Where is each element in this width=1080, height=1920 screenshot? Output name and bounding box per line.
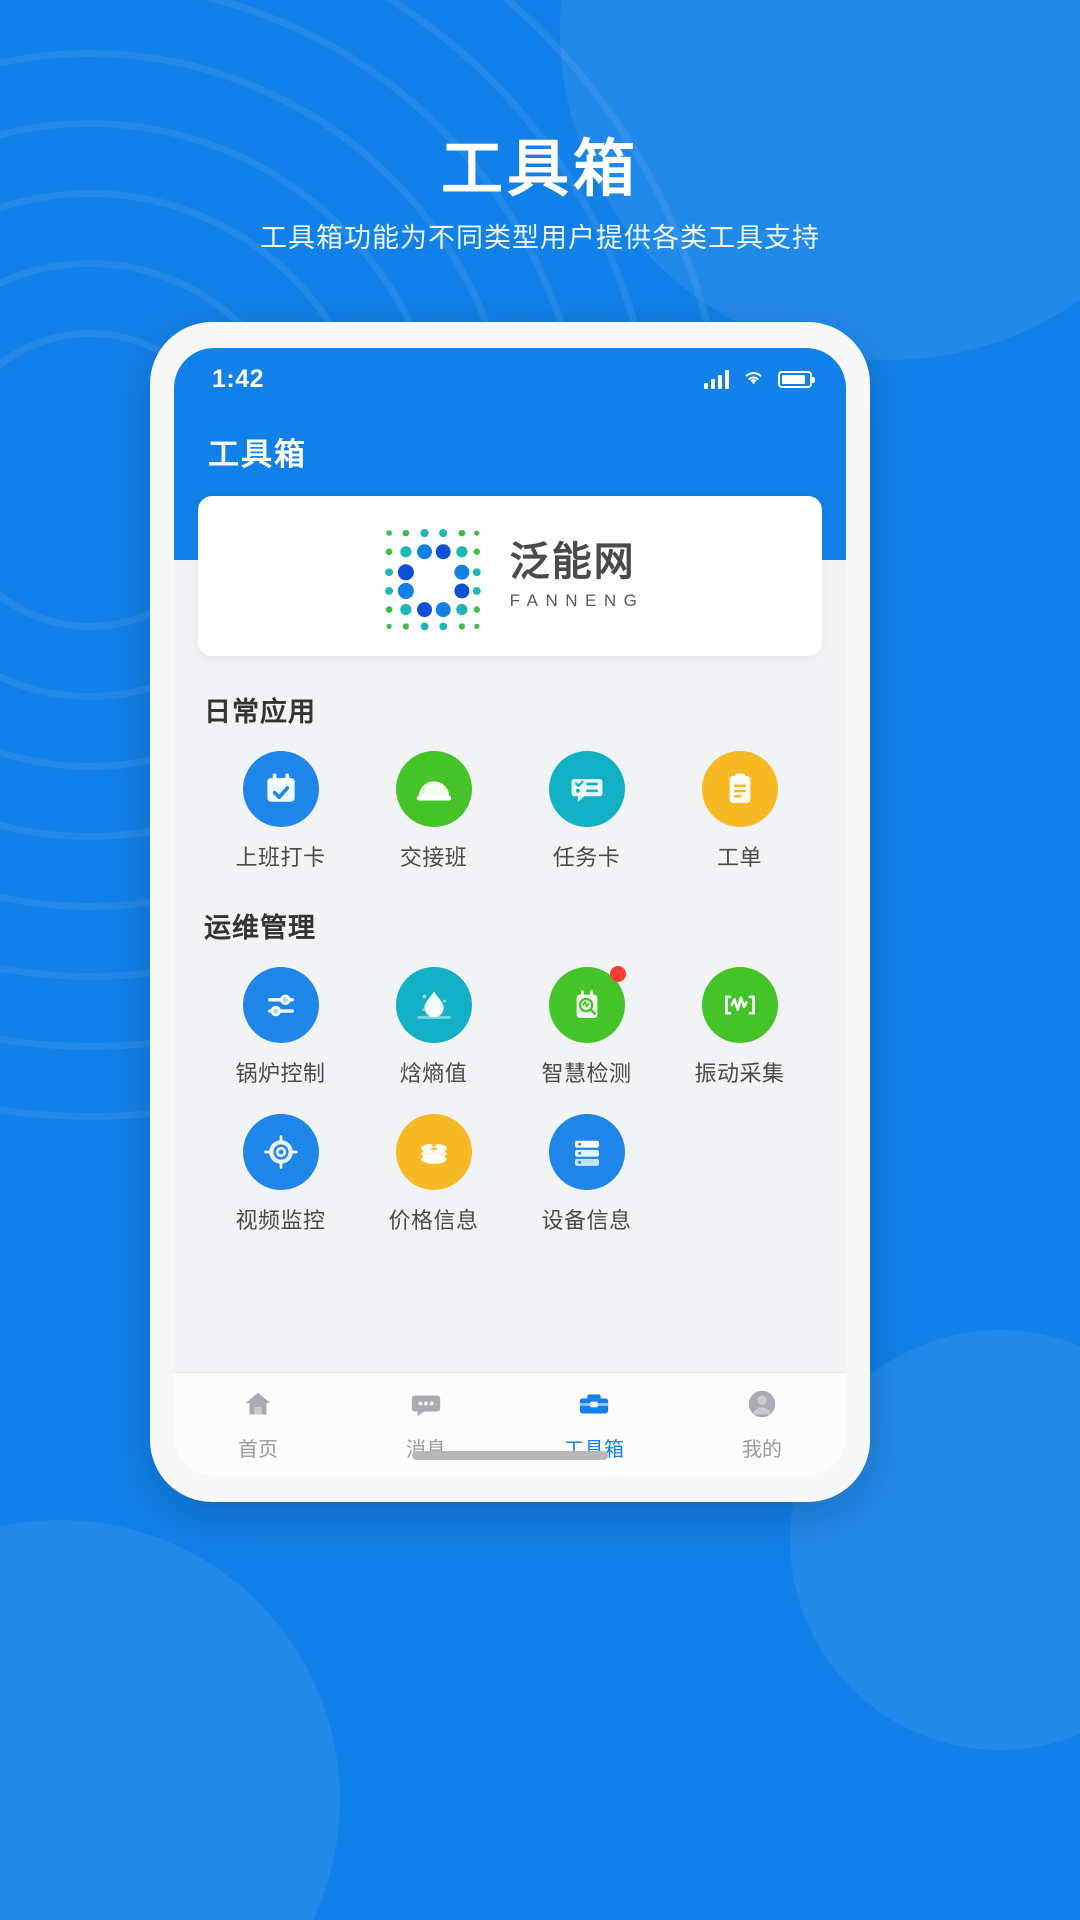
decor-blob-bottom-left [0,1520,340,1920]
wifi-icon [742,368,765,391]
app-label: 上班打卡 [235,845,326,870]
section-daily-apps: 日常应用 上班打卡 交接班 任务卡 工单 [174,690,846,872]
app-label: 智慧检测 [541,1061,632,1086]
app-label: 任务卡 [552,845,621,870]
nav-label: 我的 [742,1439,782,1461]
nav-item-home[interactable]: 首页 [174,1387,342,1462]
notification-badge [609,966,626,982]
safety-helmet-icon[interactable] [395,751,472,827]
battery-icon [778,370,815,388]
monitor-chart-icon[interactable] [548,966,626,1043]
promo-title: 工具箱 [440,135,639,204]
app-item-shift-handover[interactable]: 交接班 [357,751,510,872]
home-icon[interactable] [241,1387,275,1426]
phone-screen: 1:42 工具箱 泛能网 FANNENG 日常应用 上班打卡 交接班 任务卡 工… [174,348,846,1476]
app-item-vibration-collection[interactable]: 振动采集 [663,967,816,1088]
status-bar: 1:42 [174,348,846,410]
app-item-video-monitoring[interactable]: 视频监控 [204,1114,357,1235]
status-bar-time: 1:42 [212,364,265,393]
app-item-smart-inspection[interactable]: 智慧检测 [510,966,663,1088]
section-title: 日常应用 [204,697,316,727]
app-label: 交接班 [399,845,468,870]
app-item-boiler-control[interactable]: 锅炉控制 [204,967,357,1088]
phone-mockup: 1:42 工具箱 泛能网 FANNENG 日常应用 上班打卡 交接班 任务卡 工… [150,322,870,1502]
app-label: 锅炉控制 [235,1061,326,1086]
brand-name-en: FANNENG [509,591,645,610]
app-label: 视频监控 [235,1208,326,1233]
app-item-device-info[interactable]: 设备信息 [510,1114,663,1235]
sliders-icon[interactable] [242,967,319,1043]
app-item-price-info[interactable]: 价格信息 [357,1114,510,1235]
task-list-icon[interactable] [548,751,625,827]
app-item-punch-in[interactable]: 上班打卡 [204,751,357,872]
app-item-enthalpy-entropy[interactable]: 焓熵值 [357,967,510,1088]
section-title: 运维管理 [204,913,316,943]
app-label: 振动采集 [694,1061,785,1086]
app-label: 焓熵值 [399,1061,468,1086]
brand-name-cn: 泛能网 [509,540,636,584]
brand-logo-card: 泛能网 FANNENG [198,496,822,656]
brand-logo-text: 泛能网 FANNENG [510,541,645,611]
calendar-check-icon[interactable] [242,751,319,827]
app-bar: 工具箱 [174,410,846,492]
fanneng-dot-logo-icon [384,528,481,631]
app-grid: 锅炉控制 焓熵值 智慧检测 振动采集 视频监控 价格信息 设备信息 [204,966,816,1235]
app-item-task-card[interactable]: 任务卡 [510,751,663,872]
section-ops-management: 运维管理 锅炉控制 焓熵值 智慧检测 振动采集 视频监控 价格信息 设备信息 [174,906,846,1235]
cellular-signal-icon [703,369,729,389]
water-drop-icon[interactable] [395,967,472,1043]
toolbox-icon[interactable] [577,1387,611,1426]
app-label: 价格信息 [388,1208,479,1233]
video-camera-icon[interactable] [242,1114,319,1190]
nav-item-profile[interactable]: 我的 [678,1387,846,1462]
home-indicator [412,1451,608,1460]
status-bar-icons [703,368,815,391]
message-icon[interactable] [409,1387,443,1426]
app-label: 设备信息 [541,1208,632,1233]
person-icon[interactable] [745,1387,779,1426]
waveform-icon[interactable] [701,967,778,1043]
server-icon[interactable] [548,1114,625,1190]
app-grid: 上班打卡 交接班 任务卡 工单 [204,751,816,872]
app-item-work-order[interactable]: 工单 [663,751,816,872]
promo-subtitle: 工具箱功能为不同类型用户提供各类工具支持 [260,223,820,253]
nav-label: 首页 [238,1439,278,1461]
clipboard-icon[interactable] [701,751,778,827]
app-label: 工单 [716,845,762,870]
bottom-navigation: 首页 消息 工具箱 我的 [174,1372,846,1476]
content-area[interactable]: 泛能网 FANNENG 日常应用 上班打卡 交接班 任务卡 工单 运维管理 锅炉… [174,492,846,1372]
coins-icon[interactable] [395,1114,472,1190]
app-bar-title: 工具箱 [208,436,307,472]
